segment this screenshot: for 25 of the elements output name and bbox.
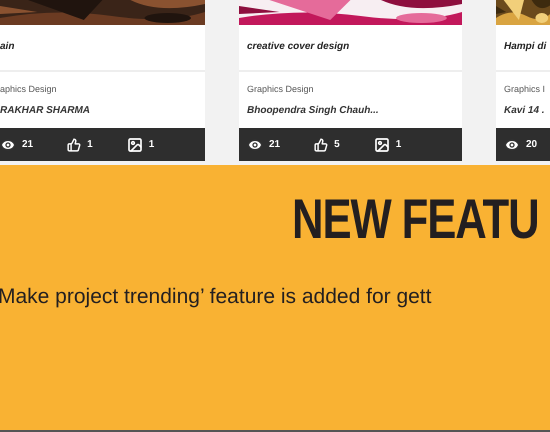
stat-count: 1	[87, 138, 93, 152]
banner-text: Make project trending’ feature is added for gett	[0, 284, 432, 310]
thumbs-up-icon	[67, 138, 82, 152]
banner-heading: NEW FEATU	[292, 187, 539, 251]
stat-count: 5	[334, 138, 340, 152]
project-card[interactable]: creative cover design Graphics Design Bhoopendra Singh Chauh... 21 5 1	[239, 0, 462, 161]
stat-count: 21	[22, 138, 34, 152]
thumbs-up-icon	[314, 138, 328, 152]
project-title[interactable]: Hampi di	[504, 41, 546, 52]
image-icon	[126, 136, 143, 152]
project-card[interactable]: ain aphics Design RAKHAR SHARMA 21 1 1	[0, 0, 205, 161]
project-title[interactable]: ain	[0, 41, 14, 52]
category-text: aphics Design	[0, 83, 57, 96]
category-text: Graphics Design	[247, 83, 314, 96]
author-name[interactable]: RAKHAR SHARMA	[0, 102, 90, 118]
author-name[interactable]: Kavi 14 .	[504, 102, 545, 118]
stat-count: 21	[269, 138, 280, 152]
stat-count: 20	[526, 138, 538, 152]
image-icon	[374, 136, 390, 152]
category-text: Graphics I	[504, 83, 546, 96]
project-title[interactable]: creative cover design	[247, 41, 350, 52]
author-name[interactable]: Bhoopendra Singh Chauh...	[247, 102, 379, 118]
stat-count: 1	[148, 138, 154, 152]
project-card[interactable]: Hampi di Graphics I Kavi 14 . 20	[496, 0, 550, 161]
stat-count: 1	[396, 138, 402, 152]
